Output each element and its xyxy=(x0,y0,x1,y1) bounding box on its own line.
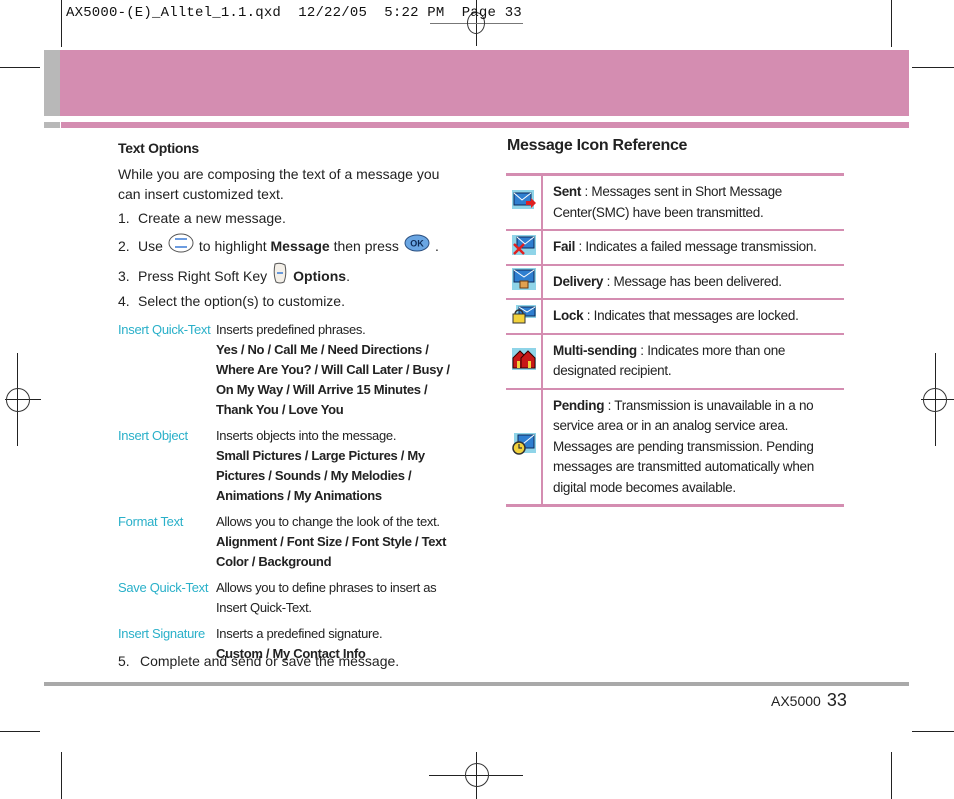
icon-row-multi-sending: Multi-sending : Indicates more than one … xyxy=(506,332,844,388)
slug-time: 5:22 PM xyxy=(384,5,445,21)
option-desc: Inserts objects into the message. xyxy=(216,428,397,443)
option-desc: Inserts a predefined signature. xyxy=(216,626,383,641)
option-row-format-text: Format Text Allows you to change the loo… xyxy=(118,512,463,572)
print-slug: AX5000-(E)_Alltel_1.1.qxd 12/22/05 5:22 … xyxy=(66,5,522,21)
step-3: 3. Press Right Soft Key Options. xyxy=(118,261,463,290)
option-label: Save Quick-Text xyxy=(118,580,209,595)
lock-icon xyxy=(512,304,536,329)
nav-key-icon xyxy=(168,233,194,258)
delivery-icon xyxy=(511,268,536,295)
section-heading: Text Options xyxy=(118,140,199,156)
icon-reference-table: Sent : Messages sent in Short Message Ce… xyxy=(506,173,844,507)
subheader-band-pink xyxy=(61,122,909,128)
right-soft-key-icon xyxy=(272,262,288,289)
icon-term: Pending xyxy=(553,397,605,413)
option-row-save-quick-text: Save Quick-Text Allows you to define phr… xyxy=(118,578,463,618)
crop-mark xyxy=(912,731,954,732)
icon-desc: : Message has been delivered. xyxy=(603,273,782,289)
crop-mark xyxy=(891,752,892,799)
text-options-section: Text Options While you are composing the… xyxy=(118,138,463,312)
slug-page: Page 33 xyxy=(461,5,522,21)
option-label: Insert Object xyxy=(118,428,188,443)
intro-paragraph: While you are composing the text of a me… xyxy=(118,166,440,202)
subheader-band-gray xyxy=(44,122,60,128)
option-choices: Yes / No / Call Me / Need Directions / W… xyxy=(216,342,450,417)
footer-model: AX5000 xyxy=(771,693,821,709)
icon-term: Multi-sending xyxy=(553,342,637,358)
option-choices: Alignment / Font Size / Font Style / Tex… xyxy=(216,534,447,569)
crop-mark xyxy=(0,67,40,68)
step-4: 4. Select the option(s) to customize. xyxy=(118,293,345,309)
option-row-insert-object: Insert Object Inserts objects into the m… xyxy=(118,426,463,506)
icon-row-delivery: Delivery : Message has been delivered. xyxy=(506,263,844,298)
slug-date: 12/22/05 xyxy=(298,5,368,21)
crop-mark xyxy=(61,752,62,799)
icon-term: Lock xyxy=(553,308,584,323)
option-label: Format Text xyxy=(118,514,184,529)
pending-icon xyxy=(511,433,536,460)
icon-desc: : Indicates a failed message transmissio… xyxy=(575,239,817,254)
page-number: 33 xyxy=(826,690,847,710)
page-footer: AX5000 33 xyxy=(771,690,847,711)
icon-row-sent: Sent : Messages sent in Short Message Ce… xyxy=(506,176,844,229)
icon-term: Sent xyxy=(553,184,582,199)
crop-mark xyxy=(0,731,40,732)
option-label: Insert Quick-Text xyxy=(118,322,211,337)
slug-filename: AX5000-(E)_Alltel_1.1.qxd xyxy=(66,5,282,21)
svg-text:OK: OK xyxy=(410,239,424,249)
icon-row-fail: Fail : Indicates a failed message transm… xyxy=(506,229,844,264)
step-1: 1. Create a new message. xyxy=(118,210,286,226)
option-choices: Small Pictures / Large Pictures / My Pic… xyxy=(216,448,425,503)
icon-desc: : Indicates that messages are locked. xyxy=(583,308,799,323)
icon-row-pending: Pending : Transmission is unavailable in… xyxy=(506,387,844,504)
icon-reference-heading: Message Icon Reference xyxy=(507,137,688,154)
ok-key-icon: OK xyxy=(404,234,430,257)
crop-mark xyxy=(891,0,892,47)
header-band-pink xyxy=(60,50,909,116)
icon-term: Fail xyxy=(553,239,576,254)
footer-divider xyxy=(44,682,909,686)
multi-sending-icon xyxy=(511,347,536,375)
step-5: 5. Complete and send or save the message. xyxy=(118,653,400,669)
option-row-insert-quick-text: Insert Quick-Text Inserts predefined phr… xyxy=(118,320,463,420)
crop-mark xyxy=(912,67,954,68)
icon-desc: : Messages sent in Short Message Center(… xyxy=(553,184,783,220)
header-band-gray xyxy=(44,50,60,116)
crop-mark xyxy=(61,0,62,47)
icon-row-lock: Lock : Indicates that messages are locke… xyxy=(506,298,844,333)
option-desc: Allows you to define phrases to insert a… xyxy=(216,580,437,615)
options-table: Insert Quick-Text Inserts predefined phr… xyxy=(118,320,463,670)
fail-icon xyxy=(511,234,536,260)
sent-icon xyxy=(511,189,536,216)
icon-term: Delivery xyxy=(553,273,604,289)
option-desc: Inserts predefined phrases. xyxy=(216,322,366,337)
option-desc: Allows you to change the look of the tex… xyxy=(216,514,440,529)
step-2: 2. Use to highlight Message then press O… xyxy=(118,230,463,261)
